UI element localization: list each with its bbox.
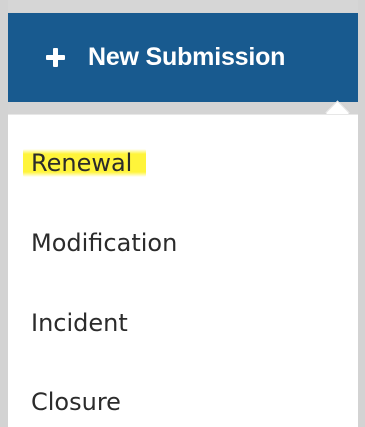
new-submission-label: New Submission [88, 43, 286, 71]
renewal-highlight: Renewal [23, 149, 147, 177]
menu-item-renewal[interactable]: Renewal [23, 141, 147, 185]
screenshot-frame: New Submission Renewal Modification Inci… [0, 0, 365, 427]
menu-item-modification[interactable]: Modification [31, 221, 177, 265]
new-submission-button[interactable]: New Submission [8, 13, 358, 102]
menu-item-incident[interactable]: Incident [31, 301, 128, 345]
left-border [0, 0, 8, 427]
menu-item-closure[interactable]: Closure [31, 380, 121, 424]
plus-icon [46, 48, 65, 67]
top-border [0, 0, 365, 12]
right-border [358, 0, 365, 427]
